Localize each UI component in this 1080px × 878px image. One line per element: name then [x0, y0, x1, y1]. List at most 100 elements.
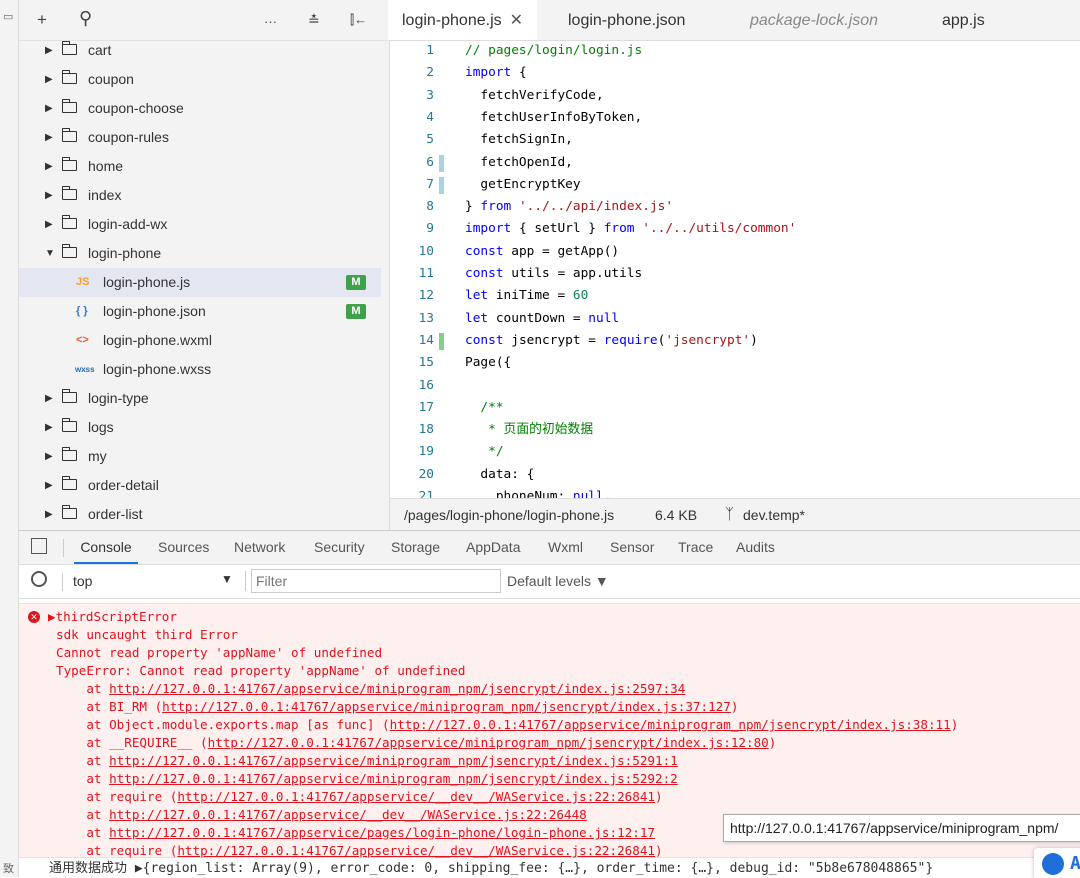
code-text: /**: [480, 399, 504, 415]
chevron-right-icon[interactable]: ▶: [45, 152, 53, 181]
stack-frame: at BI_RM (http://127.0.0.1:41767/appserv…: [56, 698, 738, 716]
tree-folder[interactable]: ▶ index: [19, 181, 381, 210]
stack-link[interactable]: http://127.0.0.1:41767/appservice/minipr…: [109, 771, 678, 786]
filter-input[interactable]: [251, 569, 501, 593]
tree-folder[interactable]: ▶ home: [19, 152, 381, 181]
tab-appdata[interactable]: AppData: [466, 531, 520, 564]
code-line: 2 import {: [390, 62, 1080, 84]
tab-audits[interactable]: Audits: [736, 531, 775, 564]
file-size: 6.4 KB: [655, 507, 698, 523]
stack-frame: at http://127.0.0.1:41767/appservice/__d…: [56, 806, 587, 824]
chevron-right-icon[interactable]: ▶: [45, 36, 53, 65]
tab-network[interactable]: Network: [234, 531, 285, 564]
context-select[interactable]: top: [73, 573, 92, 589]
tab-sensor[interactable]: Sensor: [610, 531, 654, 564]
stack-frame-prefix: at: [56, 771, 110, 786]
tab-console[interactable]: Console: [74, 531, 138, 564]
tree-folder[interactable]: ▶ my: [19, 442, 381, 471]
divider: [62, 573, 63, 591]
chevron-down-icon[interactable]: ▼: [45, 239, 55, 268]
error-title[interactable]: ▶thirdScriptError: [48, 608, 177, 626]
code-line: 3 fetchVerifyCode,: [390, 85, 1080, 107]
stack-link[interactable]: http://127.0.0.1:41767/appservice/minipr…: [109, 753, 678, 768]
tab-label: app.js: [942, 12, 985, 29]
chevron-right-icon[interactable]: ▶: [45, 94, 53, 123]
folder-icon: [61, 389, 77, 403]
stack-link[interactable]: http://127.0.0.1:41767/appservice/pages/…: [109, 825, 655, 840]
stack-link[interactable]: http://127.0.0.1:41767/appservice/minipr…: [162, 699, 731, 714]
code-area[interactable]: 1 // pages/login/login.js 2 import {3 fetch…: [390, 40, 1080, 498]
tree-item-label: login-phone: [88, 245, 162, 261]
collapse-all-icon[interactable]: ≛: [308, 12, 320, 29]
tab-trace[interactable]: Trace: [678, 531, 713, 564]
inspect-icon[interactable]: [31, 538, 47, 554]
stack-link[interactable]: http://127.0.0.1:41767/appservice/__dev_…: [109, 807, 587, 822]
code-line: 1 // pages/login/login.js: [390, 40, 1080, 62]
chevron-right-icon[interactable]: ▶: [45, 413, 53, 442]
chevron-right-icon[interactable]: ▶: [45, 65, 53, 94]
line-number: 10: [418, 243, 434, 259]
line-number: 11: [418, 266, 434, 281]
tree-item-label: index: [88, 187, 122, 203]
explorer-toolbar: + ⚲ ··· ≛ ⫿←: [19, 0, 389, 41]
chevron-right-icon[interactable]: ▶: [45, 500, 53, 529]
folder-icon: [61, 476, 77, 490]
editor-tab[interactable]: login-phone.json: [554, 0, 699, 40]
tab-wxml[interactable]: Wxml: [548, 531, 583, 564]
tab-sources[interactable]: Sources: [158, 531, 209, 564]
tree-folder[interactable]: ▶ order-detail: [19, 471, 381, 500]
chevron-right-icon[interactable]: ▶: [45, 442, 53, 471]
log-levels-select[interactable]: Default levels ▼: [507, 573, 609, 589]
tab-security[interactable]: Security: [314, 531, 365, 564]
tree-file[interactable]: wxss login-phone.wxss: [19, 355, 381, 384]
editor-tab[interactable]: login-phone.js ✕: [388, 0, 538, 40]
add-icon[interactable]: +: [37, 10, 47, 30]
tree-folder[interactable]: ▶ order-list: [19, 500, 381, 529]
more-icon[interactable]: ···: [264, 14, 277, 29]
tree-folder[interactable]: ▶ coupon-choose: [19, 94, 381, 123]
clear-console-icon[interactable]: [31, 571, 47, 587]
tab-storage[interactable]: Storage: [391, 531, 440, 564]
folder-icon: [61, 505, 77, 519]
tree-folder[interactable]: ▼ login-phone: [19, 239, 381, 268]
split-panel-icon[interactable]: ⫿←: [350, 12, 367, 28]
code-text: let countDown = null: [465, 310, 620, 326]
tree-file[interactable]: JS login-phone.js M: [19, 268, 381, 297]
tree-item-label: order-list: [88, 506, 143, 522]
assistant-button[interactable]: A: [1034, 848, 1080, 878]
stack-link[interactable]: http://127.0.0.1:41767/appservice/minipr…: [390, 717, 951, 732]
tree-item-label: coupon: [88, 71, 134, 87]
stack-link[interactable]: http://127.0.0.1:41767/appservice/minipr…: [109, 681, 685, 696]
tree-folder[interactable]: ▶ cart: [19, 36, 381, 65]
close-icon[interactable]: ✕: [510, 12, 523, 29]
chevron-right-icon[interactable]: ▶: [45, 471, 53, 500]
tree-folder[interactable]: ▶ coupon-rules: [19, 123, 381, 152]
tree-file[interactable]: { } login-phone.json M: [19, 297, 381, 326]
tree-folder[interactable]: ▶ login-type: [19, 384, 381, 413]
tree-file[interactable]: <> login-phone.wxml: [19, 326, 381, 355]
stack-link[interactable]: http://127.0.0.1:41767/appservice/minipr…: [208, 735, 769, 750]
console-output: ✕ ▶thirdScriptError sdk uncaught third Err…: [19, 599, 1080, 878]
chevron-right-icon[interactable]: ▶: [45, 123, 53, 152]
stack-link[interactable]: http://127.0.0.1:41767/appservice/__dev_…: [177, 843, 655, 858]
tree-item-label: coupon-choose: [88, 100, 184, 116]
stack-frame-prefix: at: [56, 807, 110, 822]
tree-folder[interactable]: ▶ coupon: [19, 65, 381, 94]
tree-folder[interactable]: ▶ login-add-wx: [19, 210, 381, 239]
line-number: 5: [426, 132, 434, 148]
panel-icon[interactable]: ▭: [3, 10, 13, 23]
code-line: 21 phoneNum: null,: [390, 486, 1080, 498]
line-number: 2: [426, 65, 434, 81]
chevron-right-icon[interactable]: ▶: [45, 181, 53, 210]
chevron-right-icon[interactable]: ▶: [45, 384, 53, 413]
editor-tab[interactable]: app.js: [928, 0, 999, 40]
tree-folder[interactable]: ▶ logs: [19, 413, 381, 442]
search-icon[interactable]: ⚲: [79, 8, 92, 29]
chevron-down-icon[interactable]: ▼: [221, 572, 233, 586]
stack-frame-prefix: at require (: [56, 843, 178, 858]
stack-link[interactable]: http://127.0.0.1:41767/appservice/__dev_…: [177, 789, 655, 804]
chevron-right-icon[interactable]: ▶: [45, 210, 53, 239]
folder-icon: [61, 447, 77, 461]
branch-name[interactable]: dev.temp*: [743, 499, 805, 531]
editor-tab[interactable]: package-lock.json: [736, 0, 892, 40]
